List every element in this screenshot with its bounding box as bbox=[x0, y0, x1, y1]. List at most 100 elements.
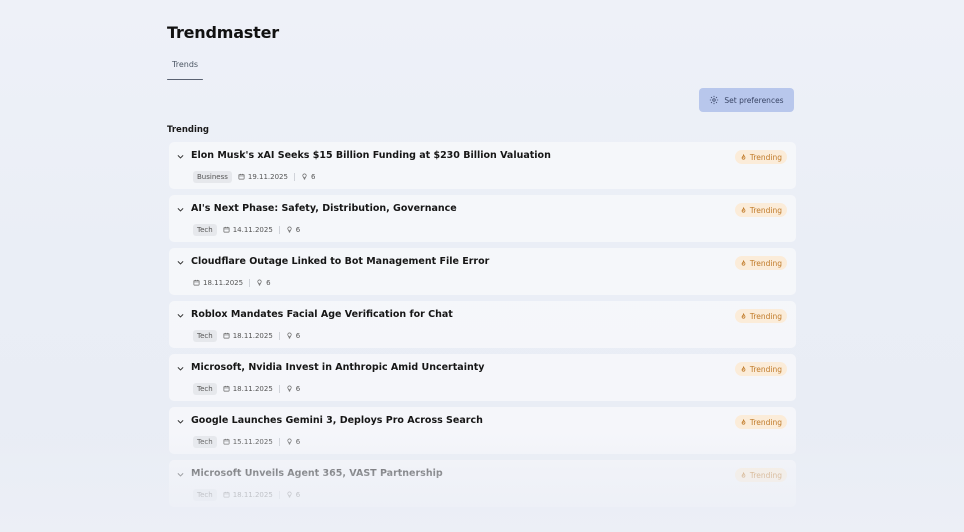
trending-badge-text: Trending bbox=[749, 152, 782, 162]
trend-date: 19.11.2025 bbox=[238, 173, 288, 181]
flame-icon bbox=[741, 365, 746, 372]
gear-icon bbox=[710, 95, 719, 105]
trending-badge-text: Trending bbox=[749, 258, 782, 268]
category-tag: Tech bbox=[193, 435, 217, 448]
trend-title[interactable]: Roblox Mandates Facial Age Verification … bbox=[191, 309, 453, 320]
trending-badge: Trending bbox=[734, 415, 787, 429]
trend-count: 6 bbox=[286, 438, 300, 446]
meta-divider bbox=[249, 278, 251, 287]
lightbulb-icon bbox=[287, 491, 292, 498]
trend-meta: Tech 18.11.2025 6 bbox=[193, 329, 300, 342]
trending-badge-text: Trending bbox=[749, 364, 782, 374]
calendar-icon bbox=[223, 385, 230, 392]
trend-card[interactable]: Roblox Mandates Facial Age Verification … bbox=[169, 301, 796, 348]
meta-divider bbox=[278, 225, 280, 234]
app-title: Trendmaster bbox=[167, 23, 279, 42]
trend-count: 6 bbox=[286, 226, 300, 234]
chevron-down-icon[interactable] bbox=[176, 470, 185, 479]
page: Trendmaster Trends Set preferences Trend… bbox=[167, 0, 797, 532]
flame-icon bbox=[741, 471, 746, 478]
category-tag: Business bbox=[193, 170, 232, 183]
flame-icon bbox=[741, 206, 746, 213]
tab-bar: Trends bbox=[167, 52, 204, 80]
trend-date: 18.11.2025 bbox=[223, 332, 273, 340]
meta-divider bbox=[293, 172, 295, 181]
trend-count: 6 bbox=[256, 278, 271, 287]
category-tag: Tech bbox=[193, 223, 217, 236]
chevron-down-icon[interactable] bbox=[176, 417, 185, 426]
category-tag: Tech bbox=[193, 382, 217, 395]
chevron-down-icon[interactable] bbox=[176, 152, 185, 161]
trend-title[interactable]: Elon Musk's xAI Seeks $15 Billion Fundin… bbox=[191, 150, 551, 161]
trend-card[interactable]: Google Launches Gemini 3, Deploys Pro Ac… bbox=[169, 407, 796, 454]
trend-title[interactable]: AI's Next Phase: Safety, Distribution, G… bbox=[191, 203, 457, 214]
trend-title[interactable]: Microsoft Unveils Agent 365, VAST Partne… bbox=[191, 468, 443, 479]
trend-meta: Tech 14.11.2025 6 bbox=[193, 223, 300, 236]
flame-icon bbox=[741, 153, 746, 160]
trend-count: 6 bbox=[286, 491, 300, 499]
meta-divider bbox=[278, 437, 280, 446]
trending-badge: Trending bbox=[734, 309, 787, 323]
lightbulb-icon bbox=[257, 279, 262, 286]
trending-badge: Trending bbox=[734, 468, 787, 482]
lightbulb-icon bbox=[287, 226, 292, 233]
trend-title[interactable]: Google Launches Gemini 3, Deploys Pro Ac… bbox=[191, 415, 483, 426]
section-title: Trending bbox=[167, 125, 210, 135]
trend-date: 14.11.2025 bbox=[223, 226, 273, 234]
trend-date-text: 18.11.2025 bbox=[203, 278, 244, 287]
trend-card[interactable]: Microsoft Unveils Agent 365, VAST Partne… bbox=[169, 460, 796, 507]
trend-card[interactable]: AI's Next Phase: Safety, Distribution, G… bbox=[169, 195, 796, 242]
trend-date-text: 15.11.2025 bbox=[232, 437, 273, 446]
lightbulb-icon bbox=[287, 332, 292, 339]
trend-count-text: 6 bbox=[295, 225, 301, 234]
meta-divider bbox=[278, 490, 280, 499]
trend-count-text: 6 bbox=[310, 172, 316, 181]
trend-date: 18.11.2025 bbox=[223, 491, 273, 499]
trending-badge: Trending bbox=[734, 150, 787, 164]
chevron-down-icon[interactable] bbox=[176, 311, 185, 320]
trend-count: 6 bbox=[286, 385, 300, 393]
category-tag: Tech bbox=[193, 488, 217, 501]
trend-count: 6 bbox=[286, 332, 300, 340]
trend-card[interactable]: Elon Musk's xAI Seeks $15 Billion Fundin… bbox=[169, 142, 796, 189]
trend-count-text: 6 bbox=[266, 278, 271, 287]
trend-date-text: 14.11.2025 bbox=[232, 225, 273, 234]
trending-badge-text: Trending bbox=[749, 470, 782, 480]
calendar-icon bbox=[223, 491, 230, 498]
trend-meta: Business 19.11.2025 6 bbox=[193, 170, 315, 183]
trending-badge-text: Trending bbox=[749, 417, 782, 427]
trend-title[interactable]: Cloudflare Outage Linked to Bot Manageme… bbox=[191, 256, 489, 267]
meta-divider bbox=[278, 384, 280, 393]
trending-badge-text: Trending bbox=[749, 311, 782, 321]
trend-count-text: 6 bbox=[295, 437, 301, 446]
trend-date-text: 19.11.2025 bbox=[247, 172, 288, 181]
trend-count: 6 bbox=[301, 173, 315, 181]
flame-icon bbox=[741, 418, 746, 425]
tab-trends[interactable]: Trends bbox=[167, 58, 204, 80]
trend-date: 15.11.2025 bbox=[223, 438, 273, 446]
trending-badge-text: Trending bbox=[749, 205, 782, 215]
trend-meta: Tech 18.11.2025 6 bbox=[193, 488, 300, 501]
category-tag: Tech bbox=[193, 329, 217, 342]
calendar-icon bbox=[223, 438, 230, 445]
trend-date-text: 18.11.2025 bbox=[232, 384, 273, 393]
chevron-down-icon[interactable] bbox=[176, 258, 185, 267]
trend-meta: 18.11.2025 6 bbox=[193, 276, 271, 289]
trend-date-text: 18.11.2025 bbox=[232, 331, 273, 340]
chevron-down-icon[interactable] bbox=[176, 205, 185, 214]
trend-date: 18.11.2025 bbox=[223, 385, 273, 393]
set-preferences-button[interactable]: Set preferences bbox=[699, 88, 794, 112]
trend-list: Elon Musk's xAI Seeks $15 Billion Fundin… bbox=[169, 142, 796, 513]
lightbulb-icon bbox=[287, 438, 292, 445]
trend-date: 18.11.2025 bbox=[193, 279, 243, 287]
trend-date-text: 18.11.2025 bbox=[232, 490, 273, 499]
trend-title[interactable]: Microsoft, Nvidia Invest in Anthropic Am… bbox=[191, 362, 484, 373]
lightbulb-icon bbox=[302, 173, 307, 180]
trend-card[interactable]: Microsoft, Nvidia Invest in Anthropic Am… bbox=[169, 354, 796, 401]
trend-count-text: 6 bbox=[295, 490, 301, 499]
chevron-down-icon[interactable] bbox=[176, 364, 185, 373]
trend-card[interactable]: Cloudflare Outage Linked to Bot Manageme… bbox=[169, 248, 796, 295]
trending-badge: Trending bbox=[734, 362, 787, 376]
trending-badge: Trending bbox=[734, 256, 787, 270]
calendar-icon bbox=[223, 226, 230, 233]
